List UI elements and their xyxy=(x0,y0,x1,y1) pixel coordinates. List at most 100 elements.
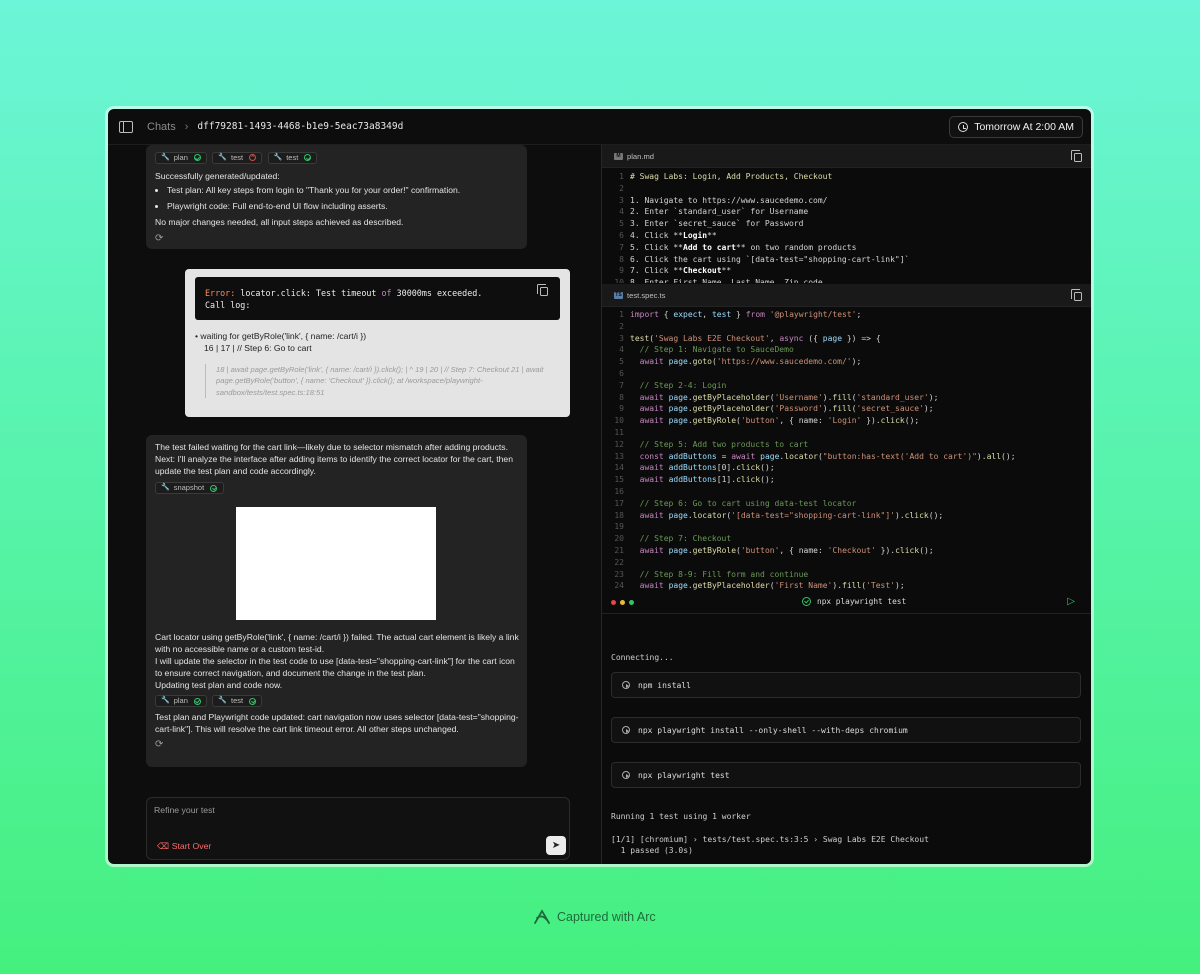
spec-code-line: 20 // Step 7: Checkout xyxy=(614,534,732,544)
schedule-button[interactable]: Tomorrow At 2:00 AM xyxy=(949,116,1083,138)
wrench-icon: 🔧 xyxy=(161,154,170,161)
tool-pill-plan[interactable]: 🔧 plan xyxy=(155,695,207,708)
error-bullet: waiting for getByRole('link', { name: /c… xyxy=(200,331,367,341)
user-error-message: Error: locator.click: Test timeout of 30… xyxy=(185,269,570,417)
captured-label: Captured with Arc xyxy=(557,910,656,924)
arc-logo-icon xyxy=(534,909,550,924)
markdown-file-icon: M xyxy=(614,152,623,160)
error-quote: 18 | await page.getByRole('link', { name… xyxy=(205,364,560,399)
plan-code-line: 1 # Swag Labs: Login, Add Products, Check… xyxy=(619,172,833,181)
spec-code-line: 22 xyxy=(614,557,624,567)
error-prefix: Error: xyxy=(205,288,236,298)
minimize-dot-icon xyxy=(620,600,625,605)
spec-code-line: 23 // Step 8-9: Fill form and continue xyxy=(614,569,809,579)
message-paragraph: The test failed waiting for the cart lin… xyxy=(155,442,513,477)
send-icon: ➤ xyxy=(551,840,561,851)
tool-pill-test[interactable]: 🔧 test xyxy=(267,151,318,164)
start-over-button[interactable]: ⌫ Start Over xyxy=(157,841,211,852)
plan-code-line: 4 2. Enter `standard_user` for Username xyxy=(619,207,809,217)
assistant-message-1: 🔧plan 🔧test 🔧test Successfully generated… xyxy=(146,145,527,249)
schedule-label: Tomorrow At 2:00 AM xyxy=(974,121,1074,133)
terminal-title: npx playwright test xyxy=(802,597,906,606)
clock-icon xyxy=(958,122,969,132)
workspace-panel: M plan.md 1 # Swag Labs: Login, Add Produ… xyxy=(602,145,1091,864)
plan-file-name: plan.md xyxy=(627,151,655,161)
play-circle-icon xyxy=(622,681,630,689)
plan-code-line: 5 3. Enter `secret_sauce` for Password xyxy=(619,219,804,229)
message-heading: Successfully generated/updated: xyxy=(155,170,280,181)
command-npm-install[interactable]: npm install xyxy=(611,672,1081,698)
error-bullet-sub: 16 | 17 | // Step 6: Go to cart xyxy=(204,343,312,354)
copy-icon[interactable] xyxy=(1071,289,1082,301)
plan-file-header: M plan.md xyxy=(602,145,1091,168)
snapshot-image[interactable] xyxy=(236,507,436,620)
message-paragraph: Test plan and Playwright code updated: c… xyxy=(155,712,519,735)
spec-code-line: 5 await page.goto('https://www.saucedemo… xyxy=(619,357,862,367)
tool-pill-test[interactable]: 🔧 test xyxy=(212,695,263,708)
eraser-icon: ⌫ xyxy=(157,841,172,851)
wrench-icon: 🔧 xyxy=(161,484,170,492)
plan-code-line: 6 4. Click **Login** xyxy=(619,230,717,240)
refresh-icon[interactable]: ⟳ xyxy=(155,232,518,246)
error-details: • waiting for getByRole('link', { name: … xyxy=(195,331,367,354)
plan-code-line: 10 8. Enter First Name, Last Name, Zip co… xyxy=(614,278,823,283)
play-circle-icon xyxy=(622,726,630,734)
tool-pill-test-failed[interactable]: 🔧 test xyxy=(212,151,263,164)
wrench-icon: 🔧 xyxy=(218,697,228,705)
error-call-log: Call log: xyxy=(205,300,251,311)
terminal-passed: 1 passed (3.0s) xyxy=(611,846,693,855)
check-icon xyxy=(210,484,218,492)
terminal-result: [1/1] [chromium] › tests/test.spec.ts:3:… xyxy=(611,835,929,844)
spec-code-line: 24 await page.getByPlaceholder('First Na… xyxy=(614,581,905,591)
check-icon xyxy=(193,154,201,162)
refine-input[interactable]: Refine your test ⌫ Start Over ➤ xyxy=(146,797,570,860)
breadcrumb-chats[interactable]: Chats xyxy=(147,121,176,133)
terminal-header: npx playwright test ▷ xyxy=(602,591,1091,614)
error-icon xyxy=(249,152,257,162)
plan-code-line: 9 7. Click **Checkout** xyxy=(619,266,732,276)
spec-code-line: 8 await page.getByPlaceholder('Username'… xyxy=(619,392,939,402)
wrench-icon: 🔧 xyxy=(273,154,283,161)
spec-code-line: 6 xyxy=(619,368,624,378)
list-item: Playwright code: Full end-to-end UI flow… xyxy=(167,200,518,212)
error-text: 30000ms exceeded. xyxy=(391,288,483,298)
check-icon xyxy=(802,597,811,606)
message-footer: No major changes needed, all input steps… xyxy=(155,217,404,227)
chat-panel: 🔧plan 🔧test 🔧test Successfully generated… xyxy=(108,145,601,864)
tool-pill-plan[interactable]: 🔧 plan xyxy=(155,151,207,164)
send-button[interactable]: ➤ xyxy=(546,836,566,855)
check-icon xyxy=(304,154,312,162)
spec-code-line: 2 xyxy=(619,321,624,331)
command-playwright-test[interactable]: npx playwright test xyxy=(611,762,1081,788)
spec-file-header: TS test.spec.ts xyxy=(602,284,1091,307)
spec-code-line: 12 // Step 5: Add two products to cart xyxy=(614,439,809,449)
copy-icon[interactable] xyxy=(1071,150,1082,162)
refine-placeholder: Refine your test xyxy=(154,805,215,815)
tool-pill-snapshot[interactable]: 🔧 snapshot xyxy=(155,482,224,494)
sidebar-toggle-icon[interactable] xyxy=(119,120,133,133)
plan-code-view[interactable]: 1 # Swag Labs: Login, Add Products, Check… xyxy=(602,171,1091,283)
spec-code-view[interactable]: 1 import { expect, test } from '@playwrig… xyxy=(602,309,1091,591)
spec-code-line: 19 xyxy=(614,522,624,532)
typescript-file-icon: TS xyxy=(614,291,623,299)
check-icon xyxy=(193,697,201,705)
spec-code-line: 21 await page.getByRole('button', { name… xyxy=(614,545,934,555)
wrench-icon: 🔧 xyxy=(161,697,170,705)
app-window: Chats › dff79281-1493-4468-b1e9-5eac73a8… xyxy=(108,109,1091,864)
plan-code-line: 8 6. Click the cart using `[data-test="sh… xyxy=(619,254,910,264)
list-item: Test plan: All key steps from login to "… xyxy=(167,184,518,196)
terminal-connecting: Connecting... xyxy=(611,653,674,662)
copy-icon[interactable] xyxy=(537,284,548,296)
command-playwright-install[interactable]: npx playwright install --only-shell --wi… xyxy=(611,717,1081,743)
refresh-icon[interactable]: ⟳ xyxy=(155,738,520,752)
spec-code-line: 15 await addButtons[1].click(); xyxy=(614,475,775,485)
message-bullets: Test plan: All key steps from login to "… xyxy=(155,184,518,212)
spec-code-line: 13 const addButtons = await page.locator… xyxy=(614,451,1016,461)
arc-footer: Captured with Arc xyxy=(533,909,656,925)
play-icon[interactable]: ▷ xyxy=(1067,596,1075,607)
message-paragraph: I will update the selector in the test c… xyxy=(155,656,515,679)
spec-code-line: 16 xyxy=(614,486,624,496)
maximize-dot-icon xyxy=(629,600,634,605)
message-paragraph: Updating test plan and code now. xyxy=(155,680,283,691)
plan-code-line: 2 xyxy=(619,183,624,193)
